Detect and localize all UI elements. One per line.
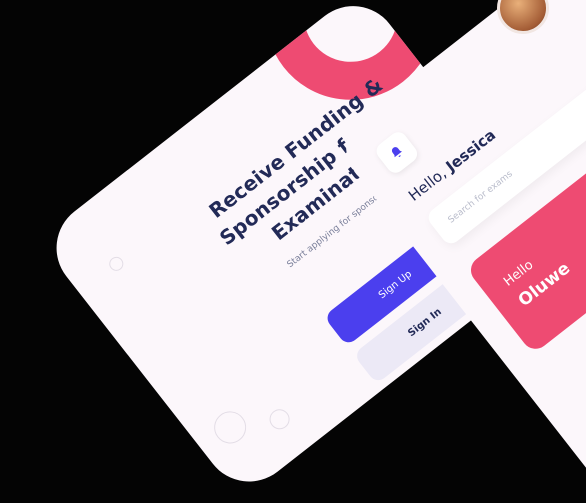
decor-circle [265, 405, 294, 434]
notification-button[interactable] [372, 128, 421, 177]
decor-circle [106, 254, 127, 274]
decor-circle [207, 404, 253, 450]
greeting-prefix: Hello, [405, 164, 450, 205]
bell-icon [391, 147, 402, 158]
search-placeholder: Search for exams [446, 169, 515, 226]
